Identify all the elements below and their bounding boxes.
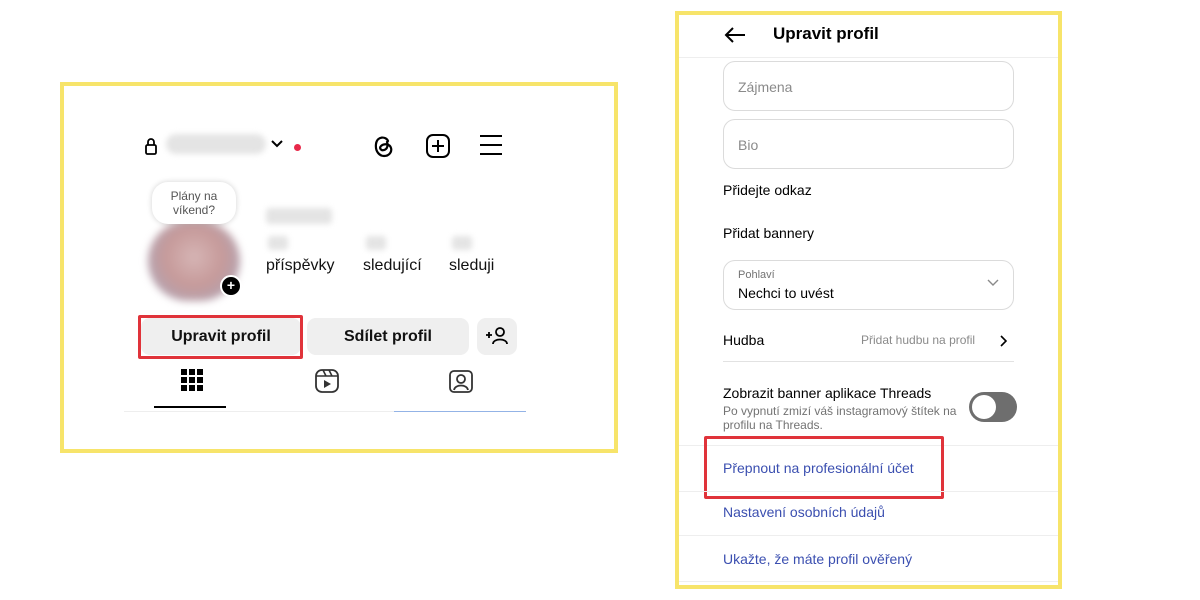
- notification-dot: [294, 144, 301, 151]
- pronouns-field[interactable]: Zájmena: [723, 61, 1014, 111]
- bio-field[interactable]: Bio: [723, 119, 1014, 169]
- story-note-bubble[interactable]: Plány na víkend?: [152, 182, 236, 224]
- verified-profile-link[interactable]: Ukažte, že máte profil ověřený: [723, 551, 912, 567]
- chevron-right-icon[interactable]: [999, 335, 1007, 347]
- edit-profile-screenshot-panel: Upravit profil Zájmena Bio Přidejte odka…: [675, 11, 1062, 589]
- posts-label[interactable]: příspěvky: [266, 257, 334, 275]
- tab-divider-accent: [394, 411, 526, 412]
- discover-people-button[interactable]: [477, 318, 517, 355]
- music-hint[interactable]: Přidat hudbu na profil: [861, 333, 975, 347]
- switch-professional-highlight: [704, 436, 944, 499]
- divider: [679, 581, 1058, 582]
- back-arrow-icon[interactable]: [723, 25, 747, 45]
- chevron-down-icon[interactable]: [270, 139, 284, 149]
- add-link-item[interactable]: Přidejte odkaz: [723, 182, 812, 198]
- toggle-knob: [972, 395, 996, 419]
- tagged-icon[interactable]: [448, 368, 474, 394]
- divider: [679, 535, 1058, 536]
- new-post-icon[interactable]: [425, 133, 451, 159]
- add-person-icon: [485, 326, 509, 346]
- music-label[interactable]: Hudba: [723, 332, 764, 348]
- menu-icon[interactable]: [478, 133, 504, 157]
- profile-screenshot-panel: Plány na víkend? + příspěvky sledující s…: [60, 82, 618, 453]
- reels-icon[interactable]: [314, 368, 340, 394]
- edit-profile-highlight: [138, 315, 303, 359]
- gender-label: Pohlaví: [738, 269, 775, 281]
- following-count-blurred: [452, 236, 472, 250]
- threads-banner-title: Zobrazit banner aplikace Threads: [723, 385, 932, 401]
- active-tab-indicator: [154, 406, 226, 408]
- divider: [679, 491, 1058, 492]
- add-story-icon[interactable]: +: [220, 275, 242, 297]
- posts-count-blurred: [268, 236, 288, 250]
- lock-icon: [144, 137, 158, 155]
- chevron-down-icon: [986, 278, 1000, 288]
- followers-count-blurred: [366, 236, 386, 250]
- threads-banner-description: Po vypnutí zmizí váš instagramový štítek…: [723, 404, 957, 432]
- following-label[interactable]: sleduji: [449, 257, 494, 275]
- grid-icon[interactable]: [180, 368, 204, 392]
- music-divider: [723, 361, 1014, 362]
- threads-icon[interactable]: [371, 133, 395, 159]
- followers-label[interactable]: sledující: [363, 257, 422, 275]
- personal-info-link[interactable]: Nastavení osobních údajů: [723, 504, 885, 520]
- threads-banner-toggle[interactable]: [969, 392, 1017, 422]
- share-profile-button[interactable]: Sdílet profil: [307, 318, 469, 355]
- add-banners-item[interactable]: Přidat bannery: [723, 225, 814, 241]
- gender-select[interactable]: Pohlaví Nechci to uvést: [723, 260, 1014, 310]
- username-blurred[interactable]: [166, 134, 266, 154]
- gender-value: Nechci to uvést: [738, 285, 834, 301]
- display-name-blurred: [266, 208, 332, 224]
- page-title: Upravit profil: [773, 24, 879, 43]
